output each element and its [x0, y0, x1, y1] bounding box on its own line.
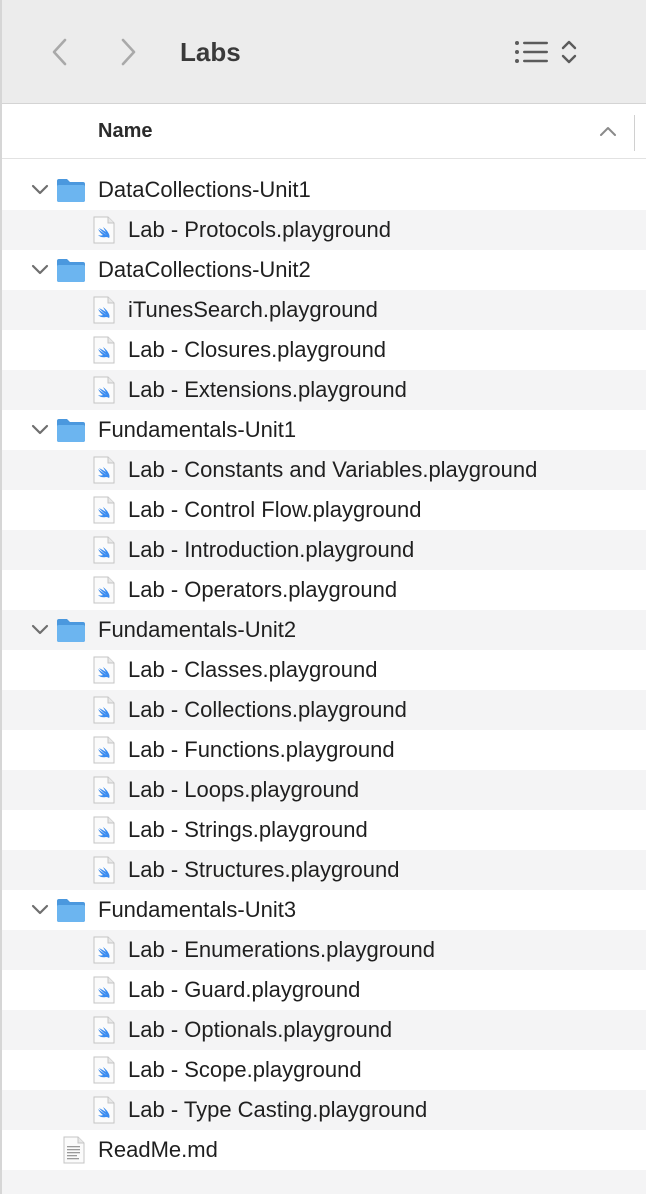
- file-row[interactable]: Lab - Type Casting.playground: [2, 1090, 646, 1130]
- file-name: Lab - Scope.playground: [128, 1057, 362, 1082]
- file-name: Lab - Guard.playground: [128, 977, 361, 1002]
- file-row[interactable]: iTunesSearch.playground: [2, 290, 646, 330]
- file-row[interactable]: Lab - Control Flow.playground: [2, 490, 646, 530]
- file-name: Lab - Type Casting.playground: [128, 1097, 428, 1122]
- disclosure-chevron-icon[interactable]: [30, 180, 50, 200]
- file-row[interactable]: Lab - Protocols.playground: [2, 210, 646, 250]
- swift-playground-icon: [88, 656, 118, 684]
- folder-icon: [56, 617, 86, 645]
- folder-row[interactable]: Fundamentals-Unit1: [2, 410, 646, 450]
- folder-row[interactable]: Fundamentals-Unit3: [2, 890, 646, 930]
- folder-icon: [56, 257, 86, 285]
- chevron-left-icon: [52, 38, 67, 66]
- file-name: Lab - Strings.playground: [128, 817, 368, 842]
- file-row[interactable]: Lab - Introduction.playground: [2, 530, 646, 570]
- file-row[interactable]: Lab - Loops.playground: [2, 770, 646, 810]
- column-header: Name: [2, 105, 646, 159]
- name-column-header[interactable]: Name: [98, 105, 152, 157]
- file-name: Lab - Extensions.playground: [128, 377, 407, 402]
- folder-icon: [56, 417, 86, 445]
- file-name: Lab - Constants and Variables.playground: [128, 457, 538, 482]
- swift-playground-icon: [88, 976, 118, 1004]
- folder-name: Fundamentals-Unit3: [98, 897, 297, 922]
- file-name: Lab - Introduction.playground: [128, 537, 415, 562]
- file-row[interactable]: Lab - Guard.playground: [2, 970, 646, 1010]
- file-row[interactable]: Lab - Closures.playground: [2, 330, 646, 370]
- folder-row[interactable]: DataCollections-Unit1: [2, 170, 646, 210]
- file-row[interactable]: Lab - Collections.playground: [2, 690, 646, 730]
- swift-playground-icon: [88, 776, 118, 804]
- finder-window: Labs Name DataCollections-Unit1 Lab - Pr…: [0, 0, 646, 1194]
- file-row[interactable]: Lab - Strings.playground: [2, 810, 646, 850]
- swift-playground-icon: [88, 336, 118, 364]
- folder-icon: [56, 177, 86, 205]
- file-list: DataCollections-Unit1 Lab - Protocols.pl…: [2, 170, 646, 1194]
- swift-playground-icon: [88, 816, 118, 844]
- disclosure-chevron-icon[interactable]: [30, 620, 50, 640]
- folder-row[interactable]: DataCollections-Unit2: [2, 250, 646, 290]
- file-name: ReadMe.md: [98, 1137, 218, 1162]
- file-row[interactable]: Lab - Extensions.playground: [2, 370, 646, 410]
- swift-playground-icon: [88, 456, 118, 484]
- disclosure-chevron-icon[interactable]: [30, 260, 50, 280]
- swift-playground-icon: [88, 736, 118, 764]
- back-button[interactable]: [44, 32, 74, 72]
- swift-playground-icon: [88, 1096, 118, 1124]
- forward-button[interactable]: [114, 32, 144, 72]
- folder-icon: [56, 897, 86, 925]
- disclosure-chevron-icon[interactable]: [30, 900, 50, 920]
- folder-name: Fundamentals-Unit1: [98, 417, 297, 442]
- swift-playground-icon: [88, 296, 118, 324]
- file-row[interactable]: Lab - Structures.playground: [2, 850, 646, 890]
- swift-playground-icon: [88, 216, 118, 244]
- file-name: Lab - Control Flow.playground: [128, 497, 422, 522]
- empty-row: [2, 1170, 646, 1194]
- markdown-document-icon: [58, 1136, 88, 1164]
- swift-playground-icon: [88, 856, 118, 884]
- folder-name: DataCollections-Unit2: [98, 257, 311, 282]
- folder-name: Fundamentals-Unit2: [98, 617, 297, 642]
- swift-playground-icon: [88, 376, 118, 404]
- swift-playground-icon: [88, 1016, 118, 1044]
- file-row[interactable]: Lab - Optionals.playground: [2, 1010, 646, 1050]
- folder-row[interactable]: Fundamentals-Unit2: [2, 610, 646, 650]
- file-name: Lab - Classes.playground: [128, 657, 378, 682]
- swift-playground-icon: [88, 536, 118, 564]
- list-view-icon: [515, 41, 548, 63]
- chevron-updown-icon: [561, 40, 577, 64]
- file-row[interactable]: Lab - Scope.playground: [2, 1050, 646, 1090]
- swift-playground-icon: [88, 1056, 118, 1084]
- file-row[interactable]: Lab - Functions.playground: [2, 730, 646, 770]
- chevron-right-icon: [121, 38, 136, 66]
- file-name: Lab - Enumerations.playground: [128, 937, 435, 962]
- file-name: Lab - Loops.playground: [128, 777, 360, 802]
- file-name: Lab - Functions.playground: [128, 737, 395, 762]
- file-name: Lab - Optionals.playground: [128, 1017, 393, 1042]
- toolbar: Labs: [2, 0, 646, 104]
- swift-playground-icon: [88, 696, 118, 724]
- swift-playground-icon: [88, 496, 118, 524]
- file-row[interactable]: Lab - Constants and Variables.playground: [2, 450, 646, 490]
- column-divider[interactable]: [634, 115, 635, 151]
- file-row[interactable]: ReadMe.md: [2, 1130, 646, 1170]
- file-name: iTunesSearch.playground: [128, 297, 378, 322]
- window-title: Labs: [180, 37, 241, 67]
- file-row[interactable]: Lab - Classes.playground: [2, 650, 646, 690]
- sort-ascending-icon[interactable]: [598, 123, 618, 139]
- disclosure-chevron-icon[interactable]: [30, 420, 50, 440]
- file-name: Lab - Operators.playground: [128, 577, 398, 602]
- file-name: Lab - Collections.playground: [128, 697, 407, 722]
- view-options-button[interactable]: [514, 32, 592, 72]
- file-name: Lab - Protocols.playground: [128, 217, 391, 242]
- folder-name: DataCollections-Unit1: [98, 177, 311, 202]
- swift-playground-icon: [88, 936, 118, 964]
- file-name: Lab - Structures.playground: [128, 857, 400, 882]
- file-row[interactable]: Lab - Operators.playground: [2, 570, 646, 610]
- file-row[interactable]: Lab - Enumerations.playground: [2, 930, 646, 970]
- file-name: Lab - Closures.playground: [128, 337, 387, 362]
- swift-playground-icon: [88, 576, 118, 604]
